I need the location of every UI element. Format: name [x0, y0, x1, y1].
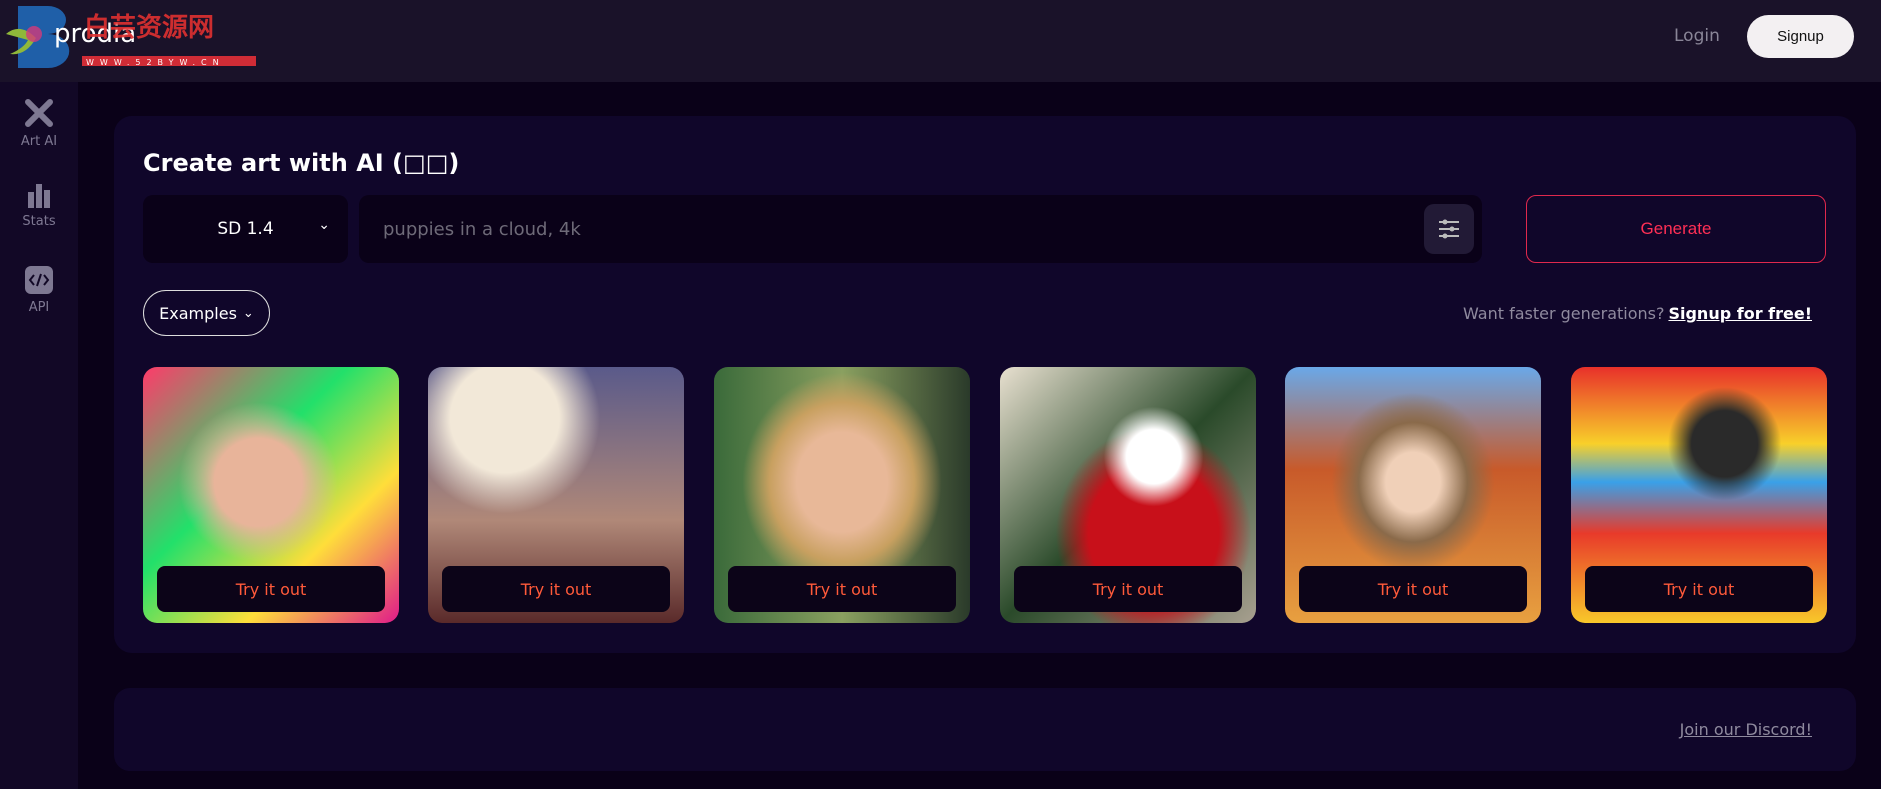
bar-chart-icon — [28, 184, 50, 208]
sidebar: Art AI Stats API — [0, 82, 78, 789]
model-select-value: SD 1.4 — [217, 219, 274, 239]
prompt-field[interactable] — [359, 195, 1482, 263]
signup-free-link[interactable]: Signup for free! — [1668, 304, 1812, 323]
svg-text:WWW.52BYW.CN: WWW.52BYW.CN — [86, 58, 225, 67]
example-tile[interactable]: Try it out — [1000, 367, 1256, 623]
login-link[interactable]: Login — [1674, 26, 1720, 46]
brush-pen-icon — [25, 99, 53, 127]
code-icon — [25, 266, 53, 294]
examples-dropdown[interactable]: Examples ⌄ — [143, 290, 270, 336]
model-select[interactable]: SD 1.4 ⌄ — [143, 195, 348, 263]
svg-text:白芸资源网: 白芸资源网 — [84, 12, 214, 43]
example-tile[interactable]: Try it out — [1285, 367, 1541, 623]
signup-button[interactable]: Signup — [1747, 15, 1854, 58]
try-it-out-button[interactable]: Try it out — [1585, 566, 1813, 612]
create-art-panel: Create art with AI (□□) SD 1.4 ⌄ Generat… — [114, 116, 1856, 653]
footer-panel: Join our Discord! — [114, 688, 1856, 771]
try-it-out-button[interactable]: Try it out — [442, 566, 670, 612]
sidebar-item-label: Stats — [22, 214, 56, 229]
logo[interactable]: prodia 白芸资源网 WWW.52BYW.CN — [6, 4, 256, 68]
try-it-out-button[interactable]: Try it out — [1299, 566, 1527, 612]
sidebar-item-label: API — [28, 300, 50, 315]
try-it-out-button[interactable]: Try it out — [1014, 566, 1242, 612]
discord-link[interactable]: Join our Discord! — [1680, 720, 1812, 739]
sliders-icon — [1439, 219, 1459, 239]
try-it-out-button[interactable]: Try it out — [728, 566, 956, 612]
example-tile[interactable]: Try it out — [143, 367, 399, 623]
promo-text: Want faster generations? Signup for free! — [1463, 304, 1812, 323]
chevron-down-icon: ⌄ — [318, 217, 330, 233]
settings-button[interactable] — [1424, 204, 1474, 254]
sidebar-item-art-ai[interactable]: Art AI — [0, 98, 78, 149]
top-header: prodia 白芸资源网 WWW.52BYW.CN Login Signup — [0, 0, 1881, 82]
example-tile[interactable]: Try it out — [1571, 367, 1827, 623]
page-title: Create art with AI (□□) — [143, 149, 460, 177]
example-tile[interactable]: Try it out — [714, 367, 970, 623]
try-it-out-button[interactable]: Try it out — [157, 566, 385, 612]
chevron-down-icon: ⌄ — [242, 305, 254, 321]
example-tile[interactable]: Try it out — [428, 367, 684, 623]
sidebar-item-api[interactable]: API — [0, 266, 78, 315]
logo-icon: prodia 白芸资源网 WWW.52BYW.CN — [6, 6, 256, 68]
examples-label: Examples — [159, 303, 237, 323]
generate-button[interactable]: Generate — [1526, 195, 1826, 263]
sidebar-item-stats[interactable]: Stats — [0, 182, 78, 229]
promo-label: Want faster generations? — [1462, 304, 1665, 323]
prompt-input[interactable] — [383, 195, 1383, 263]
sidebar-item-label: Art AI — [20, 134, 58, 149]
